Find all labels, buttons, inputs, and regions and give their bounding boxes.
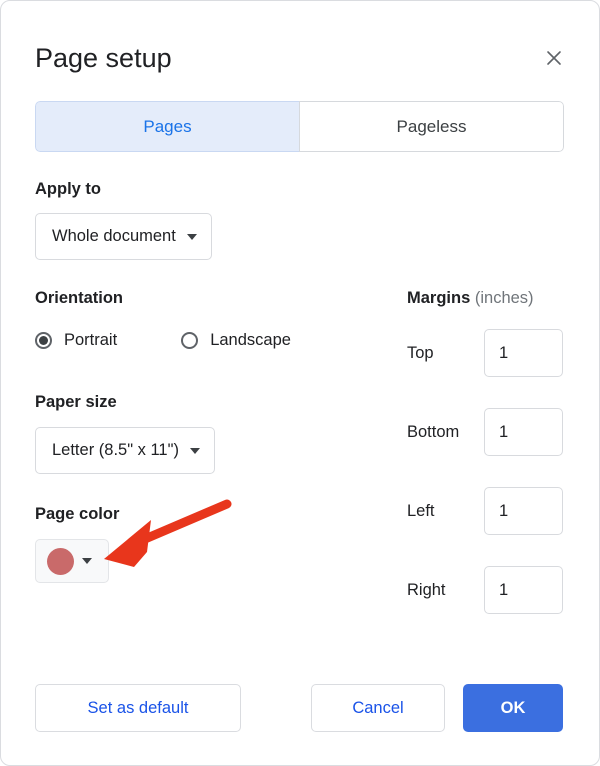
page-title: Page setup <box>35 43 172 73</box>
margin-left-label: Left <box>407 501 435 520</box>
tab-pageless[interactable]: Pageless <box>299 101 564 152</box>
margin-top-input[interactable] <box>484 329 563 377</box>
apply-to-value: Whole document <box>52 227 176 245</box>
page-color-picker[interactable] <box>35 539 109 583</box>
chevron-down-icon <box>82 558 92 564</box>
margin-left-input[interactable] <box>484 487 563 535</box>
cancel-button[interactable]: Cancel <box>311 684 445 732</box>
set-as-default-button[interactable]: Set as default <box>35 684 241 732</box>
set-as-default-label: Set as default <box>87 698 189 717</box>
paper-size-label: Paper size <box>35 393 117 411</box>
apply-to-label: Apply to <box>35 180 101 198</box>
orientation-radio-group: Portrait Landscape <box>35 331 291 350</box>
margin-top-label: Top <box>407 343 434 362</box>
ok-button[interactable]: OK <box>463 684 563 732</box>
dialog-header: Page setup <box>35 35 577 81</box>
margins-unit: (inches) <box>474 289 534 307</box>
tab-pageless-label: Pageless <box>396 116 467 136</box>
margin-right-input[interactable] <box>484 566 563 614</box>
layout-mode-tabs: Pages Pageless <box>35 101 564 152</box>
margin-right-label: Right <box>407 580 446 599</box>
ok-label: OK <box>500 698 526 717</box>
margins-title: Margins (inches) <box>407 289 534 308</box>
page-setup-dialog: Page setup Pages Pageless Apply to Whole… <box>0 0 600 766</box>
margin-row-bottom: Bottom <box>407 408 563 456</box>
close-icon <box>544 48 564 68</box>
margin-bottom-input[interactable] <box>484 408 563 456</box>
orientation-label: Orientation <box>35 289 124 307</box>
radio-landscape-label: Landscape <box>210 331 291 349</box>
radio-portrait-label: Portrait <box>64 331 118 349</box>
apply-to-dropdown[interactable]: Whole document <box>35 213 212 260</box>
margin-row-top: Top <box>407 329 563 377</box>
tab-pages-label: Pages <box>143 116 192 136</box>
chevron-down-icon <box>189 447 200 454</box>
margin-bottom-label: Bottom <box>407 422 460 441</box>
radio-landscape-mark <box>181 332 199 349</box>
paper-size-dropdown[interactable]: Letter (8.5" x 11") <box>35 427 215 474</box>
margins-title-text: Margins <box>407 289 471 307</box>
close-button[interactable] <box>537 41 571 75</box>
page-color-swatch <box>47 547 74 575</box>
paper-size-value: Letter (8.5" x 11") <box>52 441 179 459</box>
margin-row-right: Right <box>407 566 563 614</box>
chevron-down-icon <box>186 233 197 240</box>
cancel-label: Cancel <box>352 698 404 717</box>
radio-landscape[interactable]: Landscape <box>181 331 291 350</box>
radio-portrait[interactable]: Portrait <box>35 331 117 350</box>
radio-portrait-mark <box>35 332 52 349</box>
margin-row-left: Left <box>407 487 563 535</box>
tab-pages[interactable]: Pages <box>35 101 299 152</box>
page-color-label: Page color <box>35 505 120 523</box>
